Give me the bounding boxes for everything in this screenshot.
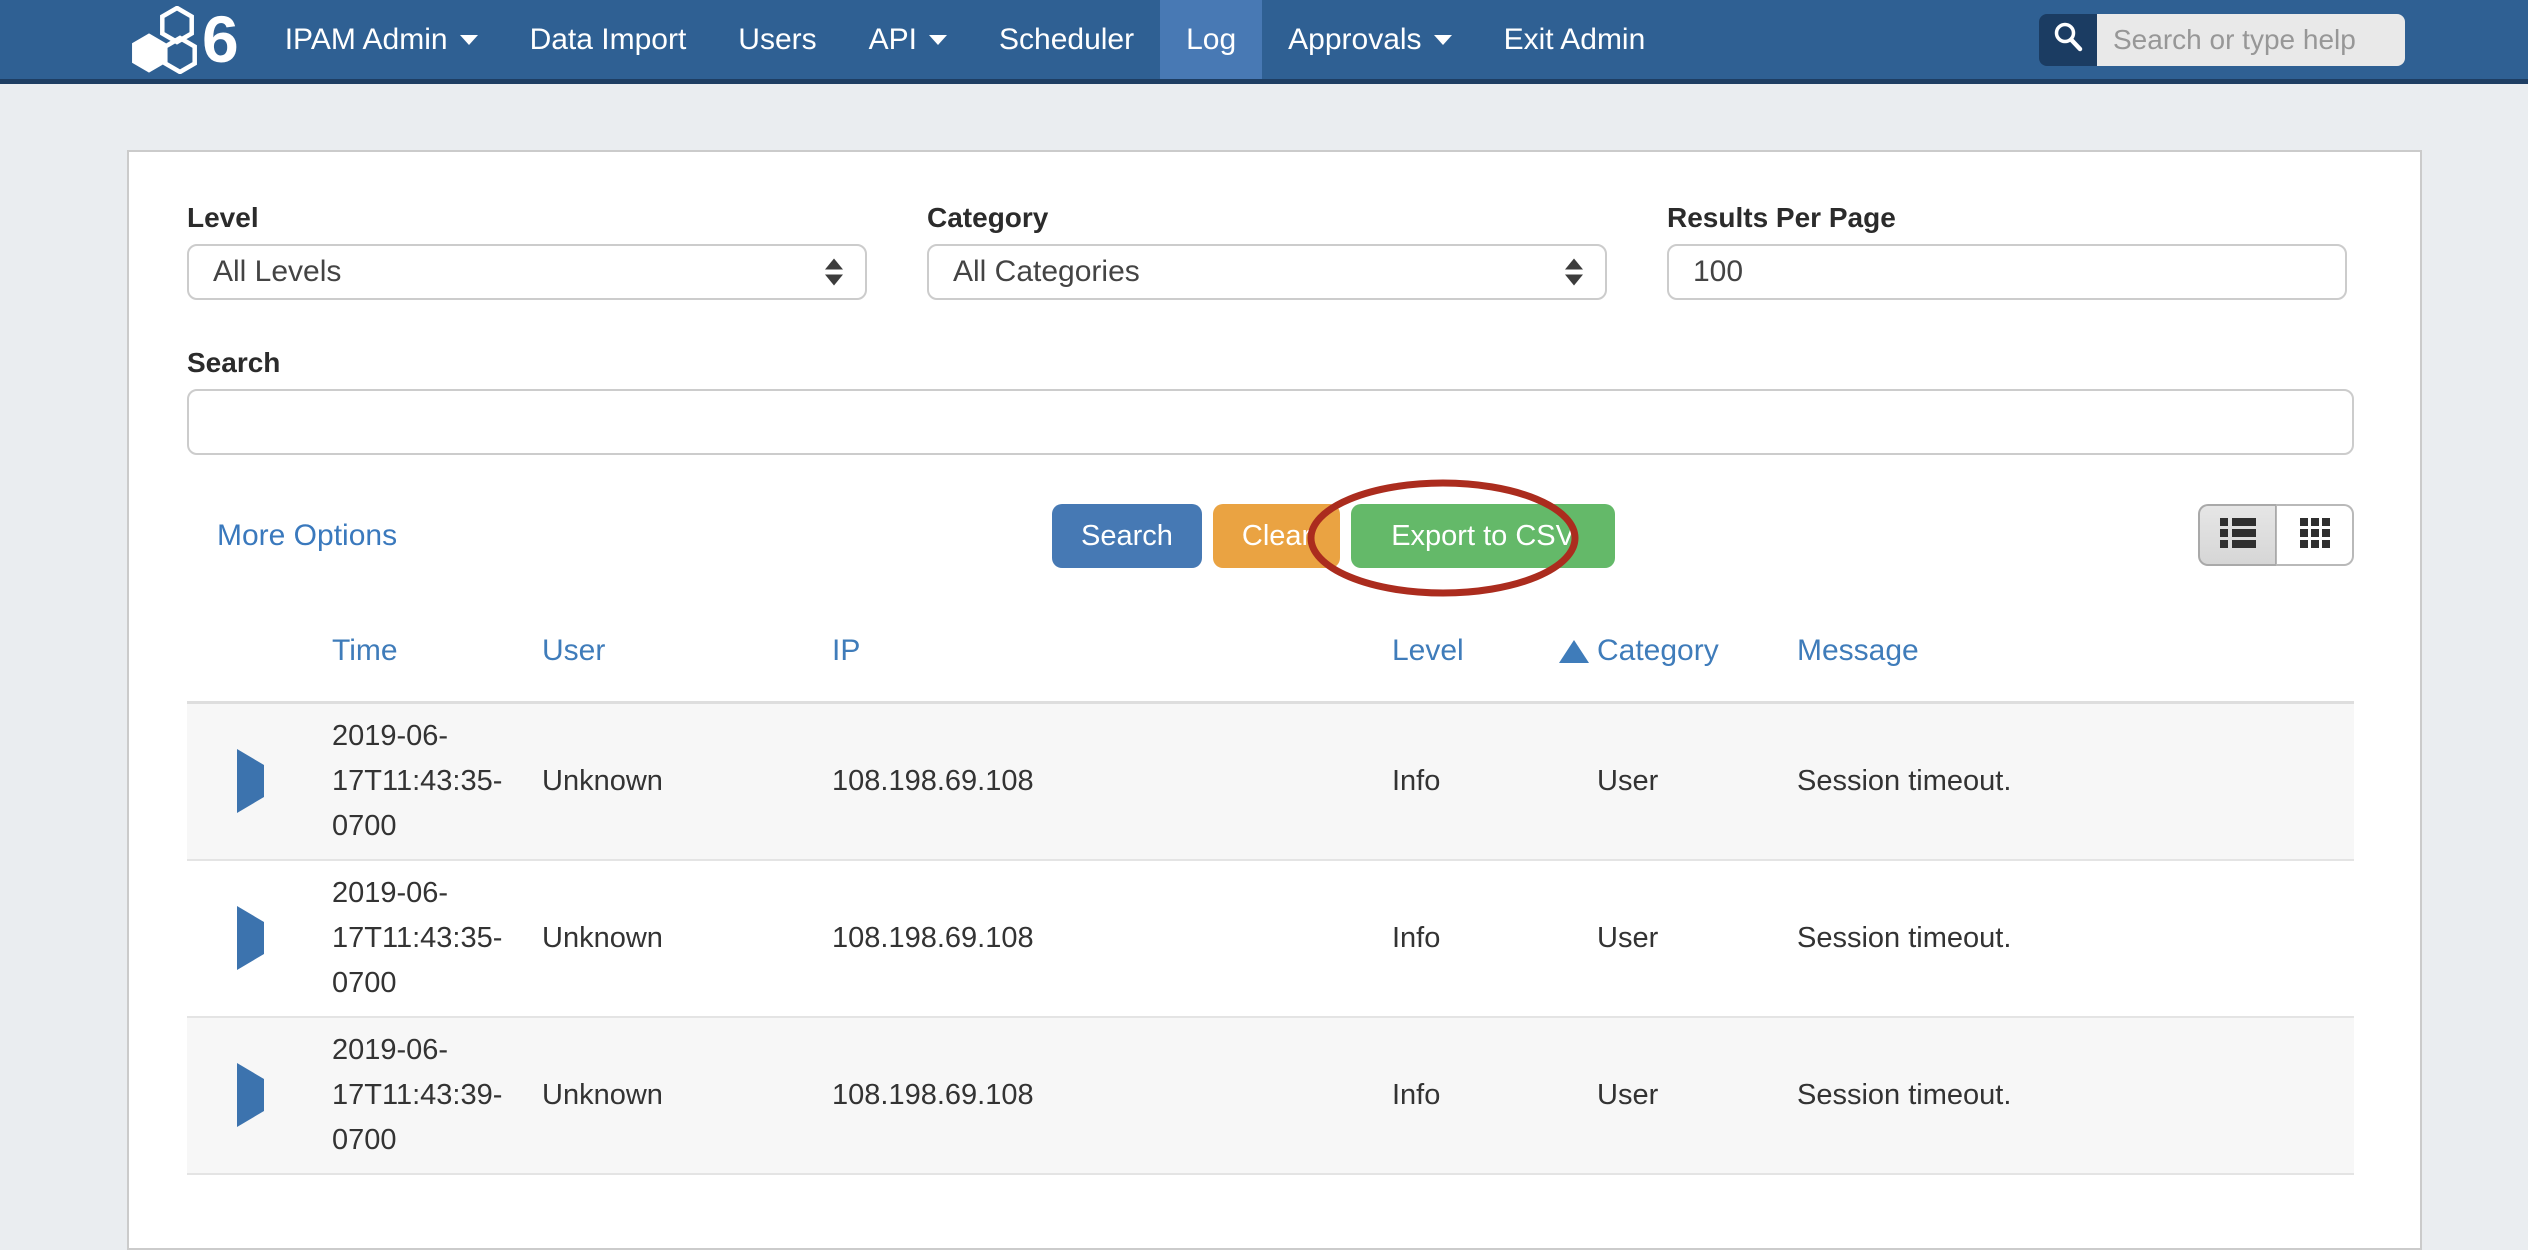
actions-row: More Options Search Clear Export to CSV <box>187 504 2354 568</box>
nav-item-scheduler[interactable]: Scheduler <box>973 0 1160 79</box>
column-header-ip[interactable]: IP <box>832 568 1392 703</box>
cell-ip: 108.198.69.108 <box>832 1017 1392 1174</box>
app-logo[interactable]: 6 <box>132 0 239 79</box>
search-field-group: Search <box>187 349 2354 455</box>
table-row: 2019-06-17T11:43:39-0700 Unknown 108.198… <box>187 1017 2354 1174</box>
export-to-csv-button[interactable]: Export to CSV <box>1351 504 1615 568</box>
search-button[interactable]: Search <box>1052 504 1202 568</box>
select-spinner-icon <box>1565 259 1583 286</box>
level-select[interactable]: All Levels <box>187 244 867 300</box>
grid-view-icon <box>2300 518 2330 553</box>
level-label: Level <box>187 204 867 232</box>
nav-spacer <box>1671 0 2039 79</box>
nav-item-approvals[interactable]: Approvals <box>1262 0 1477 79</box>
expand-row-icon[interactable] <box>237 1063 264 1127</box>
level-select-value: All Levels <box>213 255 341 289</box>
caret-down-icon <box>1434 35 1452 45</box>
cell-level: Info <box>1392 860 1597 1017</box>
nav-item-label: Users <box>738 23 816 57</box>
nav-item-ipam-admin[interactable]: IPAM Admin <box>259 0 504 79</box>
nav-item-log[interactable]: Log <box>1160 0 1262 79</box>
expand-row-icon[interactable] <box>237 749 264 813</box>
nav-item-label: Exit Admin <box>1504 23 1646 57</box>
table-header-row: Time User IP Level Category Message <box>187 568 2354 703</box>
expand-row-icon[interactable] <box>237 906 264 970</box>
global-search <box>2039 0 2405 79</box>
cell-time: 2019-06-17T11:43:35-0700 <box>332 703 542 861</box>
cell-category: User <box>1597 1017 1797 1174</box>
column-header-message[interactable]: Message <box>1797 568 2354 703</box>
cell-category: User <box>1597 703 1797 861</box>
category-select-value: All Categories <box>953 255 1140 289</box>
log-table: Time User IP Level Category Message 2019… <box>187 568 2354 1175</box>
nav-item-label: API <box>869 23 917 57</box>
category-label: Category <box>927 204 1607 232</box>
cell-user: Unknown <box>542 1017 832 1174</box>
log-panel: Level All Levels Category All Categories… <box>127 150 2422 1250</box>
filter-row: Level All Levels Category All Categories… <box>187 204 2354 300</box>
cell-time: 2019-06-17T11:43:35-0700 <box>332 860 542 1017</box>
column-header-user[interactable]: User <box>542 568 832 703</box>
search-icon <box>2051 20 2085 59</box>
cell-user: Unknown <box>542 860 832 1017</box>
results-per-page-label: Results Per Page <box>1667 204 2347 232</box>
cell-message: Session timeout. <box>1797 860 2354 1017</box>
view-toggle <box>2198 504 2354 566</box>
column-header-time[interactable]: Time <box>332 568 542 703</box>
nav-item-label: IPAM Admin <box>285 23 448 57</box>
cell-ip: 108.198.69.108 <box>832 860 1392 1017</box>
results-per-page-input[interactable] <box>1667 244 2347 300</box>
top-navbar: 6 IPAM Admin Data Import Users API Sched… <box>0 0 2528 84</box>
cell-ip: 108.198.69.108 <box>832 703 1392 861</box>
list-view-icon <box>2220 518 2256 553</box>
nav-menu: IPAM Admin Data Import Users API Schedul… <box>259 0 1672 79</box>
log-search-input[interactable] <box>187 389 2354 455</box>
list-view-button[interactable] <box>2198 504 2276 566</box>
column-header-level-label: Level <box>1392 634 1464 668</box>
category-select[interactable]: All Categories <box>927 244 1607 300</box>
search-label: Search <box>187 349 2354 377</box>
cell-level: Info <box>1392 1017 1597 1174</box>
expander-header <box>187 568 332 703</box>
button-group: Search Clear Export to CSV <box>1052 504 1615 568</box>
caret-down-icon <box>929 35 947 45</box>
table-row: 2019-06-17T11:43:35-0700 Unknown 108.198… <box>187 703 2354 861</box>
nav-item-label: Log <box>1186 23 1236 57</box>
caret-down-icon <box>460 35 478 45</box>
column-header-category[interactable]: Category <box>1597 568 1797 703</box>
cell-level: Info <box>1392 703 1597 861</box>
nav-item-label: Data Import <box>530 23 687 57</box>
cell-message: Session timeout. <box>1797 1017 2354 1174</box>
nav-item-label: Scheduler <box>999 23 1134 57</box>
column-header-level[interactable]: Level <box>1392 568 1597 703</box>
nav-item-api[interactable]: API <box>843 0 973 79</box>
hexagon-logo-icon <box>132 6 198 74</box>
nav-item-label: Approvals <box>1288 23 1421 57</box>
cell-user: Unknown <box>542 703 832 861</box>
clear-button[interactable]: Clear <box>1213 504 1340 568</box>
cell-time: 2019-06-17T11:43:39-0700 <box>332 1017 542 1174</box>
nav-item-exit-admin[interactable]: Exit Admin <box>1478 0 1672 79</box>
nav-item-data-import[interactable]: Data Import <box>504 0 713 79</box>
logo-text: 6 <box>202 0 239 79</box>
select-spinner-icon <box>825 259 843 286</box>
grid-view-button[interactable] <box>2276 504 2354 566</box>
more-options-link[interactable]: More Options <box>217 519 397 553</box>
cell-message: Session timeout. <box>1797 703 2354 861</box>
global-search-input[interactable] <box>2097 14 2405 66</box>
cell-category: User <box>1597 860 1797 1017</box>
search-submit-button[interactable] <box>2039 14 2097 66</box>
nav-item-users[interactable]: Users <box>712 0 842 79</box>
table-row: 2019-06-17T11:43:35-0700 Unknown 108.198… <box>187 860 2354 1017</box>
sort-ascending-icon[interactable] <box>1559 640 1589 663</box>
